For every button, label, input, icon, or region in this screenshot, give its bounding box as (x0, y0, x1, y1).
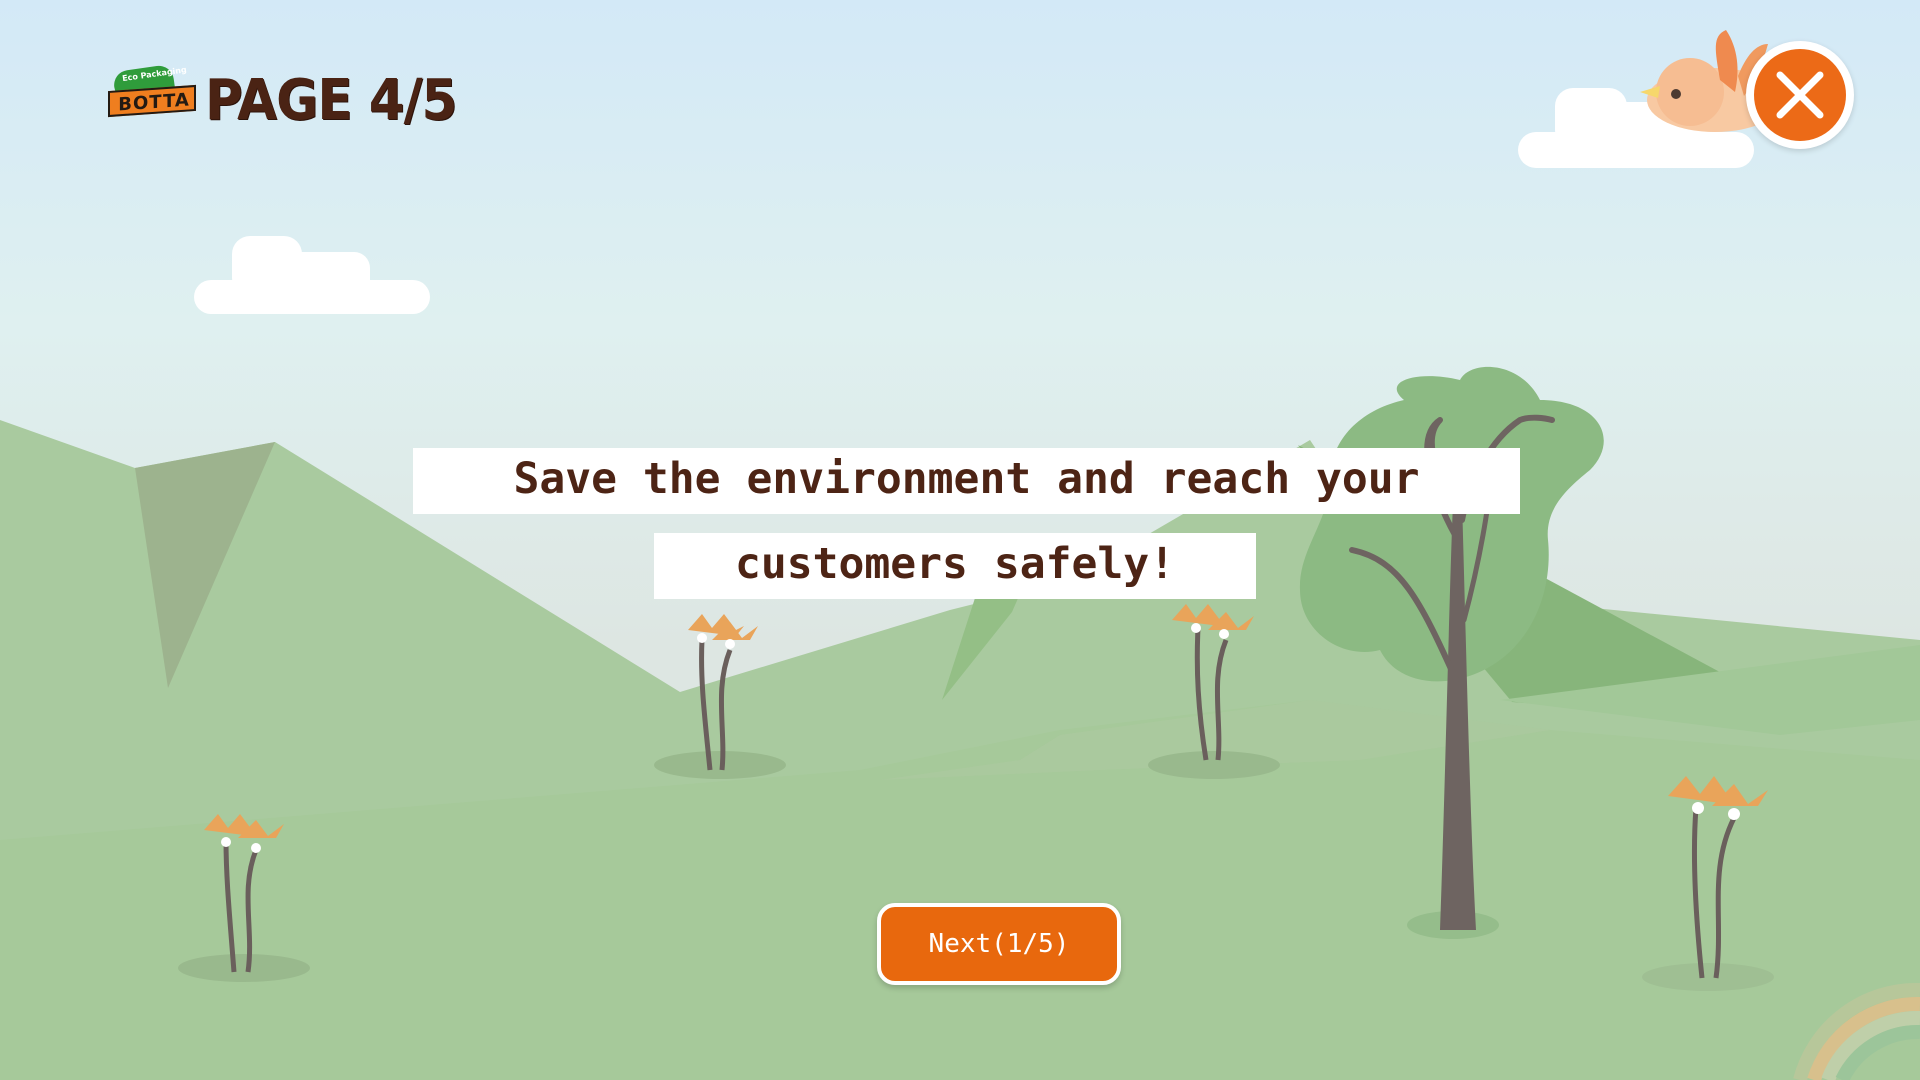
next-button[interactable]: Next(1/5) (877, 903, 1121, 985)
logo-brand: BOTTA (118, 89, 190, 116)
page-indicator: PAGE 4/5 (205, 68, 457, 133)
message-line-2: customers safely! (654, 533, 1256, 599)
brand-logo: Eco Packaging BOTTA (108, 63, 196, 122)
close-icon (1776, 71, 1824, 119)
message-line-1: Save the environment and reach your (413, 448, 1520, 514)
close-button[interactable] (1746, 41, 1854, 149)
